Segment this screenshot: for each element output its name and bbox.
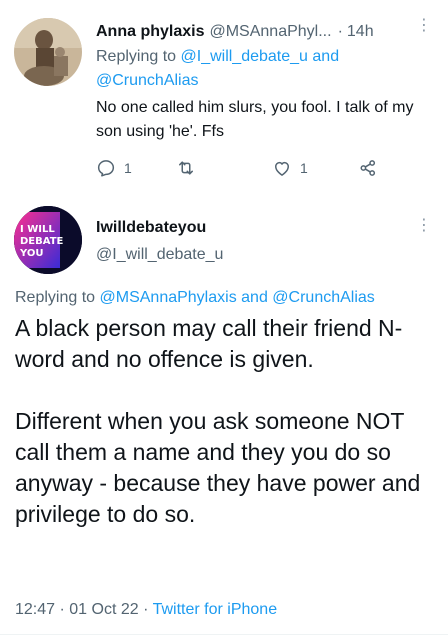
share-icon — [360, 160, 376, 176]
meta-separator: · — [143, 601, 149, 618]
tweet-date[interactable]: 01 Oct 22 — [69, 601, 138, 618]
main-tweet: I WILL DEBATE YOU Iwilldebateyou @I_will… — [0, 196, 448, 639]
tweet-text: No one called him slurs, you fool. I tal… — [96, 99, 414, 140]
avatar[interactable]: I WILL DEBATE YOU — [14, 206, 82, 274]
like-icon — [275, 161, 289, 176]
replying-prefix: Replying to — [15, 289, 96, 306]
author-name[interactable]: Anna phylaxis — [96, 23, 204, 41]
avatar[interactable] — [14, 18, 82, 86]
replying-to: Replying to @MSAnnaPhylaxis and @CrunchA… — [15, 289, 375, 307]
like-button[interactable]: 1 — [272, 158, 308, 178]
reply-count: 1 — [124, 160, 132, 176]
action-bar: 1 1 — [96, 158, 396, 182]
share-button[interactable] — [358, 158, 378, 178]
avatar-text-line: YOU — [19, 248, 44, 259]
more-icon[interactable]: ⋮ — [416, 18, 432, 34]
mention-and: and — [312, 48, 340, 65]
divider — [0, 634, 448, 635]
like-count: 1 — [300, 160, 308, 176]
tweet-source[interactable]: Twitter for iPhone — [153, 601, 278, 618]
tweet-time[interactable]: 12:47 — [15, 601, 55, 618]
author-name[interactable]: Iwilldebateyou — [96, 219, 206, 237]
retweet-icon — [179, 161, 193, 175]
replying-prefix: Replying to — [96, 48, 177, 65]
avatar-text-line: I WILL — [20, 224, 55, 235]
avatar-image: I WILL DEBATE YOU — [14, 206, 82, 274]
mention-link[interactable]: @I_will_debate_u — [181, 48, 308, 65]
reply-icon — [97, 160, 115, 177]
mention-link[interactable]: @CrunchAlias — [96, 72, 199, 89]
author-handle[interactable]: @I_will_debate_u — [96, 246, 223, 264]
meta-separator: · — [59, 601, 65, 618]
author-handle[interactable]: @MSAnnaPhyl... — [209, 23, 331, 41]
retweet-button[interactable] — [176, 158, 204, 178]
replying-to: Replying to @I_will_debate_u and @Crunch… — [96, 45, 436, 93]
avatar-image — [14, 18, 82, 86]
reply-button[interactable]: 1 — [96, 158, 132, 178]
reply-header: Anna phylaxis @MSAnnaPhyl... · 14h — [96, 20, 440, 44]
mention-link[interactable]: @MSAnnaPhylaxis — [100, 289, 237, 306]
tweet-text: A black person may call their friend N-w… — [15, 315, 421, 527]
mention-and: and — [241, 289, 268, 306]
avatar-text-line: DEBATE — [20, 236, 64, 247]
tweet-meta: 12:47 · 01 Oct 22 · Twitter for iPhone — [15, 601, 277, 619]
time-separator: · — [337, 23, 343, 40]
reply-tweet[interactable]: Anna phylaxis @MSAnnaPhyl... · 14h ⋮ Rep… — [0, 0, 448, 196]
timestamp[interactable]: 14h — [347, 23, 374, 41]
mention-link[interactable]: @CrunchAlias — [272, 289, 375, 306]
more-icon[interactable]: ⋮ — [416, 218, 432, 234]
